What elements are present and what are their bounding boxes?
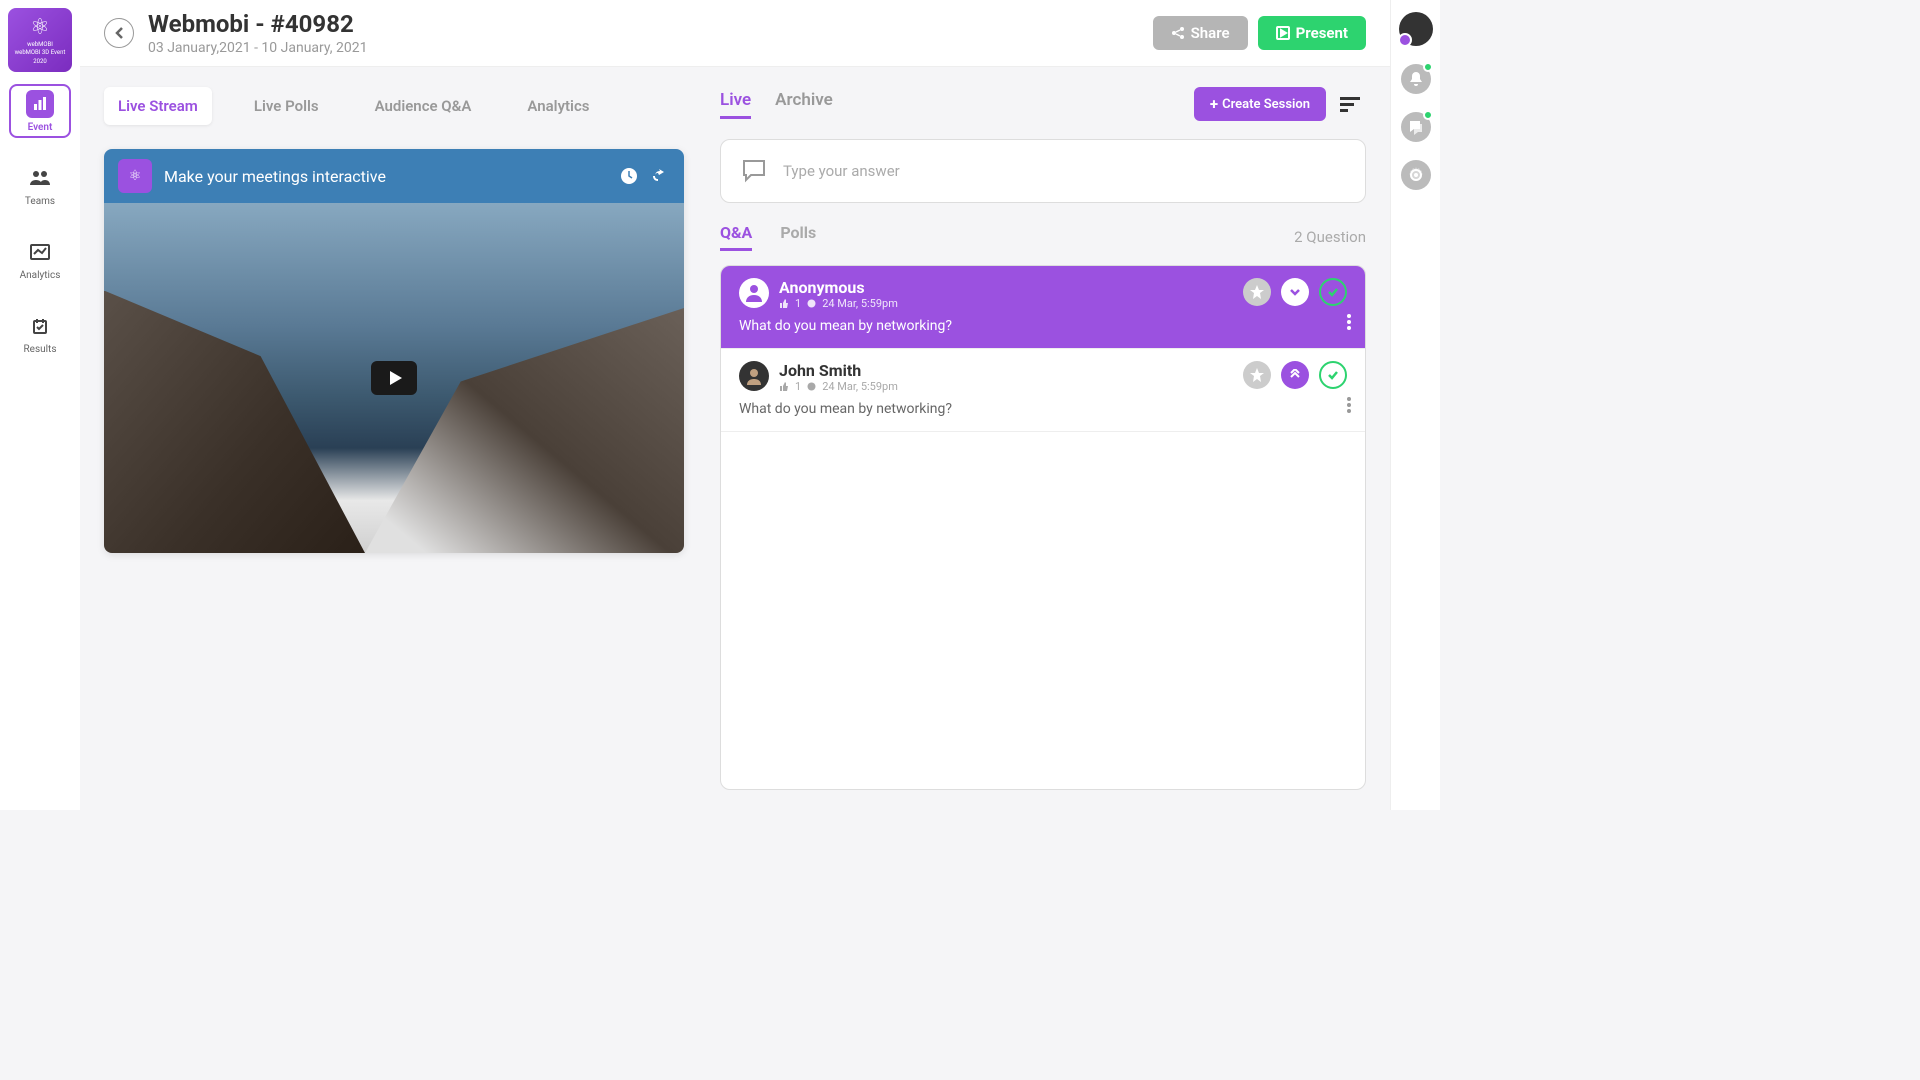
star-button[interactable]: [1243, 278, 1271, 306]
sidebar-item-teams[interactable]: Teams: [9, 158, 71, 212]
qa-tabs: Live Archive: [720, 90, 1194, 119]
question-text: What do you mean by networking?: [739, 318, 1347, 334]
subtab-qa[interactable]: Q&A: [720, 223, 752, 251]
main: Webmobi - #40982 03 January,2021 - 10 Ja…: [80, 0, 1390, 810]
sidebar-item-results[interactable]: Results: [9, 306, 71, 360]
sidebar-item-label: Analytics: [20, 270, 61, 281]
logo-text-1: webMOBI: [27, 42, 53, 49]
create-session-label: Create Session: [1222, 97, 1310, 112]
tab-live-stream[interactable]: Live Stream: [104, 87, 212, 125]
clock-small-icon: [807, 299, 816, 308]
results-icon: [26, 312, 54, 340]
question-meta: 1 24 Mar, 5:59pm: [779, 380, 1233, 393]
question-item[interactable]: Anonymous 1 24 Mar, 5:59pm: [721, 266, 1365, 349]
sidebar: ⚛ webMOBI webMOBI 3D Event 2020 Event Te…: [0, 0, 80, 810]
sidebar-logo[interactable]: ⚛ webMOBI webMOBI 3D Event 2020: [8, 8, 72, 72]
back-button[interactable]: [104, 18, 134, 48]
avatar-icon: [739, 361, 769, 391]
subtab-polls[interactable]: Polls: [780, 223, 816, 251]
sidebar-item-analytics[interactable]: Analytics: [9, 232, 71, 286]
video-header: ⚛ Make your meetings interactive: [104, 149, 684, 203]
sidebar-item-event[interactable]: Event: [9, 84, 71, 138]
question-author: John Smith: [779, 361, 1233, 380]
logo-text-3: 2020: [33, 59, 47, 66]
messages-icon[interactable]: [1401, 112, 1431, 142]
question-item[interactable]: John Smith 1 24 Mar, 5:59pm: [721, 349, 1365, 432]
share-button[interactable]: Share: [1153, 16, 1248, 50]
right-rail: [1390, 0, 1440, 810]
chart-icon: [26, 90, 54, 118]
header: Webmobi - #40982 03 January,2021 - 10 Ja…: [80, 0, 1390, 67]
question-text: What do you mean by networking?: [739, 401, 1347, 417]
question-count: 2 Question: [1294, 228, 1366, 246]
avatar-icon: [739, 278, 769, 308]
thumb-icon: [779, 299, 789, 309]
logo-text-2: webMOBI 3D Event: [15, 50, 66, 57]
settings-icon[interactable]: [1401, 160, 1431, 190]
header-title-group: Webmobi - #40982 03 January,2021 - 10 Ja…: [148, 10, 1153, 56]
header-actions: Share Present: [1153, 16, 1366, 50]
create-session-button[interactable]: + Create Session: [1194, 87, 1326, 121]
qa-tab-archive[interactable]: Archive: [775, 90, 833, 119]
sort-icon[interactable]: [1340, 95, 1366, 113]
like-count: 1: [795, 297, 801, 310]
video-title: Make your meetings interactive: [164, 167, 608, 186]
chat-icon: [741, 158, 769, 184]
sidebar-item-label: Results: [23, 344, 56, 355]
present-label: Present: [1296, 24, 1348, 42]
notifications-icon[interactable]: [1401, 64, 1431, 94]
thumb-icon: [779, 382, 789, 392]
star-button[interactable]: [1243, 361, 1271, 389]
page-title: Webmobi - #40982: [148, 10, 1153, 38]
more-button[interactable]: [1347, 314, 1351, 330]
clock-small-icon: [807, 382, 816, 391]
qa-header: Live Archive + Create Session: [720, 87, 1366, 121]
page-subtitle: 03 January,2021 - 10 January, 2021: [148, 40, 1153, 56]
tab-audience-qa[interactable]: Audience Q&A: [361, 87, 486, 125]
tab-analytics[interactable]: Analytics: [513, 87, 603, 125]
approve-button[interactable]: [1319, 361, 1347, 389]
tab-live-polls[interactable]: Live Polls: [240, 87, 333, 125]
video-thumbnail[interactable]: [104, 203, 684, 553]
teams-icon: [26, 164, 54, 192]
clock-icon[interactable]: [620, 167, 638, 185]
user-avatar[interactable]: [1399, 12, 1433, 46]
right-column: Live Archive + Create Session Q&A Pol: [720, 87, 1366, 790]
qa-tab-live[interactable]: Live: [720, 90, 751, 119]
logo-icon: ⚛: [30, 15, 50, 40]
question-meta: 1 24 Mar, 5:59pm: [779, 297, 1233, 310]
like-count: 1: [795, 380, 801, 393]
question-time: 24 Mar, 5:59pm: [822, 297, 898, 310]
question-author: Anonymous: [779, 278, 1233, 297]
qa-subheader: Q&A Polls 2 Question: [720, 223, 1366, 251]
video-card: ⚛ Make your meetings interactive: [104, 149, 684, 553]
sidebar-item-label: Event: [28, 122, 53, 133]
present-icon: [1276, 26, 1290, 40]
main-tabs: Live Stream Live Polls Audience Q&A Anal…: [104, 87, 684, 125]
question-time: 24 Mar, 5:59pm: [822, 380, 898, 393]
present-button[interactable]: Present: [1258, 16, 1366, 50]
question-list: Anonymous 1 24 Mar, 5:59pm: [720, 265, 1366, 790]
more-button[interactable]: [1347, 397, 1351, 413]
answer-input[interactable]: [783, 162, 1345, 180]
approve-button[interactable]: [1319, 278, 1347, 306]
collapse-button[interactable]: [1281, 278, 1309, 306]
share-label: Share: [1191, 24, 1230, 42]
share-icon: [1171, 26, 1185, 40]
video-header-icons: [620, 167, 670, 185]
expand-button[interactable]: [1281, 361, 1309, 389]
plus-icon: +: [1210, 95, 1218, 113]
sidebar-item-label: Teams: [25, 196, 55, 207]
play-button[interactable]: [371, 361, 417, 395]
content: Live Stream Live Polls Audience Q&A Anal…: [80, 67, 1390, 810]
left-column: Live Stream Live Polls Audience Q&A Anal…: [104, 87, 684, 790]
forward-icon[interactable]: [652, 167, 670, 185]
video-logo-icon: ⚛: [118, 159, 152, 193]
answer-input-box[interactable]: [720, 139, 1366, 203]
qa-subtabs: Q&A Polls: [720, 223, 1294, 251]
analytics-icon: [26, 238, 54, 266]
